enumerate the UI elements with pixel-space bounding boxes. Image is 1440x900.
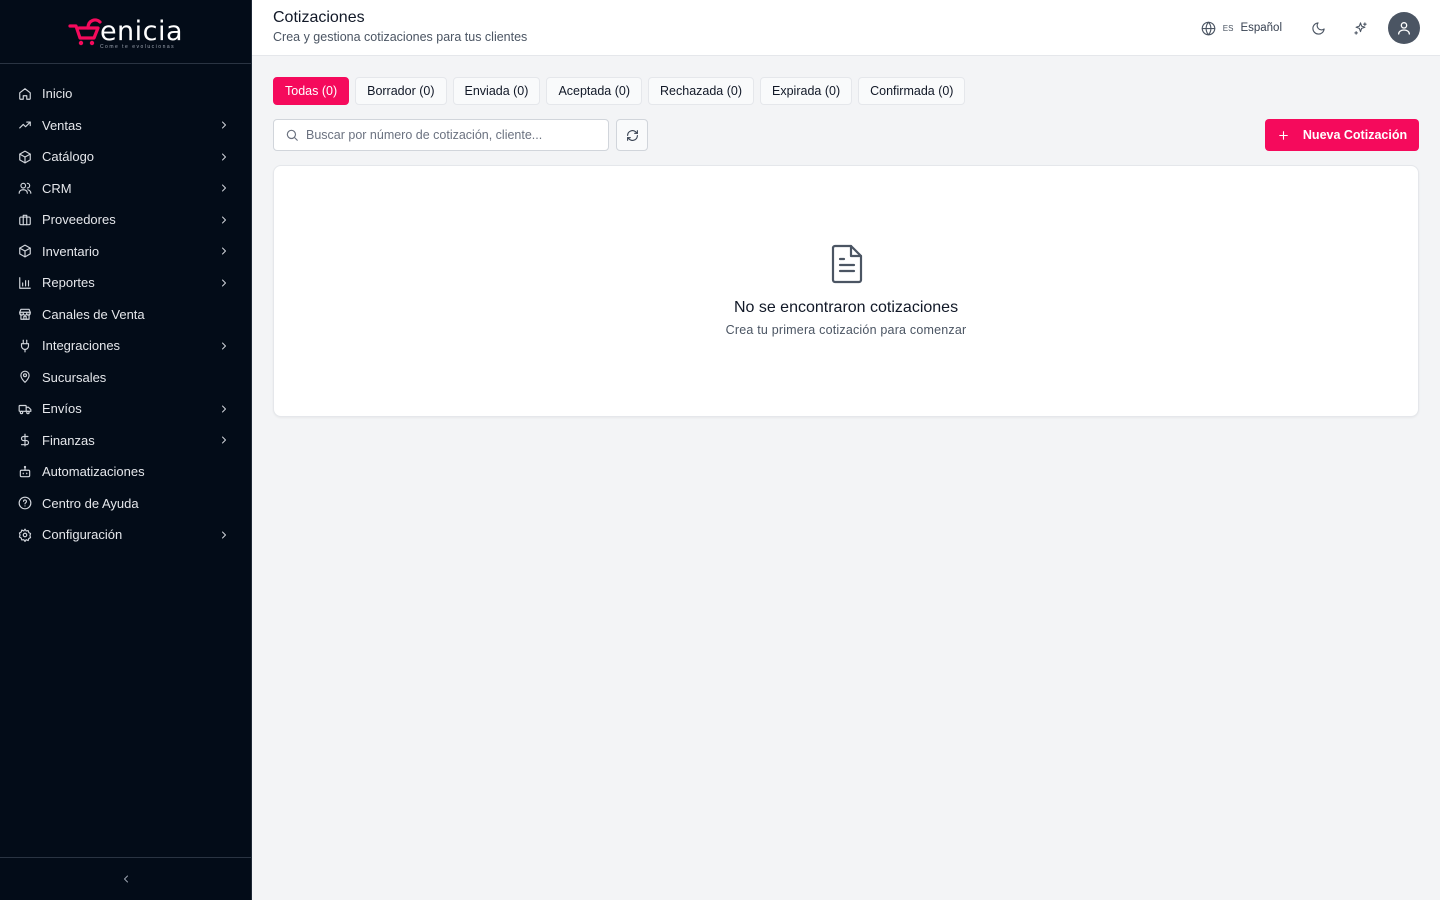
sidebar-item-label: Envíos [42,401,82,417]
plug-icon [18,339,32,353]
package-icon [18,150,32,164]
sidebar-item-ventas[interactable]: Ventas [0,110,251,142]
page-subtitle: Crea y gestiona cotizaciones para tus cl… [273,30,528,44]
sidebar-item-label: Canales de Venta [42,306,145,322]
search-icon [286,129,298,141]
sidebar-item-label: Inventario [42,243,100,259]
cart-logo-icon [68,17,102,45]
sidebar-item-label: Integraciones [42,338,121,354]
moon-icon [1311,21,1325,35]
tab-todas[interactable]: Todas (0) [273,77,350,105]
header-actions: ES Español [1201,12,1420,44]
sidebar: enicia Come te evolucionas Inicio Ventas C… [0,0,252,900]
sidebar-item-label: Finanzas [42,432,95,448]
sidebar-item-catalogo[interactable]: Catálogo [0,141,251,173]
chevron-right-icon [218,434,230,446]
sidebar-item-reportes[interactable]: Reportes [0,267,251,299]
box-icon [18,244,32,258]
logo-area: enicia Come te evolucionas [0,0,251,64]
refresh-icon [626,129,638,141]
empty-state-title: No se encontraron cotizaciones [733,299,959,316]
collapse-sidebar-button[interactable] [0,857,251,900]
sidebar-item-configuracion[interactable]: Configuración [0,519,251,551]
user-icon [1398,22,1410,35]
new-quote-label: Nueva Cotización [1302,128,1408,142]
user-avatar[interactable] [1388,12,1420,44]
page-title: Cotizaciones [273,9,365,26]
sidebar-item-inventario[interactable]: Inventario [0,236,251,268]
sidebar-item-envios[interactable]: Envíos [0,393,251,425]
tab-rechazada[interactable]: Rechazada (0) [648,77,755,105]
sidebar-item-label: Sucursales [42,369,107,385]
language-code: ES [1222,23,1234,33]
trending-up-icon [18,118,32,132]
sidebar-item-label: Inicio [42,86,73,102]
chevron-right-icon [218,245,230,257]
chevron-right-icon [218,214,230,226]
status-tabs: Todas (0) Borrador (0) Enviada (0) Aceptada… [273,77,971,105]
chevron-right-icon [218,151,230,163]
sidebar-item-label: Catálogo [42,149,95,165]
map-pin-icon [18,370,32,384]
sidebar-item-label: CRM [42,180,72,196]
ai-assistant-button[interactable] [1346,14,1374,42]
users-icon [18,181,32,195]
brand-tagline: Come te evolucionas [99,43,176,50]
page-header: Cotizaciones Crea y gestiona cotizacione… [252,0,1440,56]
sidebar-item-proveedores[interactable]: Proveedores [0,204,251,236]
language-selector[interactable]: ES Español [1201,21,1282,36]
sidebar-item-label: Ventas [42,117,82,133]
document-icon [829,244,865,284]
chevron-right-icon [218,340,230,352]
sidebar-item-label: Reportes [42,275,95,291]
sidebar-item-canales-de-venta[interactable]: Canales de Venta [0,299,251,331]
sidebar-item-label: Automatizaciones [42,464,145,480]
sidebar-item-integraciones[interactable]: Integraciones [0,330,251,362]
briefcase-icon [18,213,32,227]
plus-icon [1279,130,1288,140]
tab-enviada[interactable]: Enviada (0) [452,77,541,105]
tab-borrador[interactable]: Borrador (0) [355,77,447,105]
language-name: Español [1240,22,1282,34]
settings-icon [18,528,32,542]
search-input[interactable] [306,128,596,142]
home-icon [18,87,32,101]
sidebar-item-sucursales[interactable]: Sucursales [0,362,251,394]
store-icon [18,307,32,321]
sidebar-item-inicio[interactable]: Inicio [0,78,251,110]
chevron-right-icon [218,529,230,541]
sidebar-nav: Inicio Ventas Catálogo CRM Proveedores Invent… [0,64,251,551]
dollar-icon [18,433,32,447]
tab-expirada[interactable]: Expirada (0) [760,77,853,105]
truck-icon [18,402,32,416]
sidebar-item-label: Configuración [42,527,123,543]
bot-icon [18,465,32,479]
chevron-right-icon [218,182,230,194]
new-quote-button[interactable]: Nueva Cotización [1265,119,1419,151]
search-box[interactable] [273,119,609,151]
bar-chart-icon [18,276,32,290]
sidebar-item-automatizaciones[interactable]: Automatizaciones [0,456,251,488]
brand-name: enicia [99,16,184,47]
chevron-left-icon [123,875,128,883]
tab-confirmada[interactable]: Confirmada (0) [858,77,966,105]
refresh-button[interactable] [616,119,648,151]
help-circle-icon [18,496,32,510]
brand-logo[interactable]: enicia Come te evolucionas [68,12,183,52]
sidebar-item-label: Proveedores [42,212,116,228]
sidebar-item-crm[interactable]: CRM [0,173,251,205]
sidebar-item-label: Centro de Ayuda [42,495,139,511]
sparkles-icon [1353,21,1367,35]
globe-icon [1201,21,1216,35]
tab-aceptada[interactable]: Aceptada (0) [546,77,643,105]
sidebar-item-finanzas[interactable]: Finanzas [0,425,251,457]
chevron-right-icon [218,403,230,415]
sidebar-item-centro-de-ayuda[interactable]: Centro de Ayuda [0,488,251,520]
theme-toggle-button[interactable] [1304,14,1332,42]
empty-state-subtitle: Crea tu primera cotización para comenzar [725,323,967,337]
quotes-empty-state: No se encontraron cotizaciones Crea tu p… [273,165,1419,417]
chevron-right-icon [218,277,230,289]
chevron-right-icon [218,119,230,131]
